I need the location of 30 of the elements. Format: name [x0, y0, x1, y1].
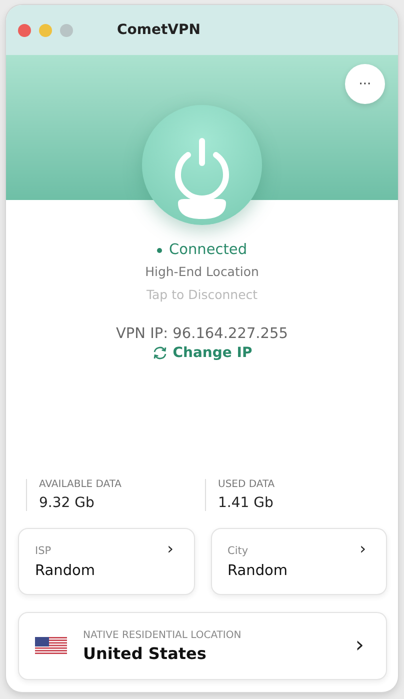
chevron-icon: › [360, 541, 366, 557]
button-highlight [178, 199, 226, 219]
window-title: CometVPN [117, 22, 200, 38]
close-icon[interactable] [18, 24, 31, 36]
card-label: City [228, 544, 250, 556]
option-card[interactable]: ISP Random › [18, 528, 194, 595]
location-card[interactable]: NATIVE RESIDENTIAL LOCATION United States › [18, 612, 387, 680]
disconnect-hint: Tap to Disconnect [146, 287, 258, 302]
flag-icon [35, 637, 67, 655]
refresh-icon [152, 346, 168, 360]
card-value: United States [83, 644, 208, 662]
vpn-ip: VPN IP: 96.164.227.255 [116, 326, 288, 342]
change-ip-link[interactable]: Change IP [152, 345, 252, 361]
location-tier-label: High-End Location [145, 264, 259, 279]
more-button[interactable]: ··· [345, 64, 385, 104]
minimize-icon[interactable] [39, 24, 52, 36]
chevron-icon: › [167, 541, 174, 557]
zoom-icon[interactable] [60, 24, 73, 36]
card-label: ISP [35, 544, 52, 556]
stat-value: 1.41 Gb [218, 495, 274, 511]
card-label: NATIVE RESIDENTIAL LOCATION [83, 630, 242, 640]
status-label: Connected [168, 242, 248, 258]
card-value: Random [35, 562, 96, 578]
stat-label: USED DATA [218, 479, 276, 490]
stat-label: AVAILABLE DATA [39, 479, 123, 490]
stat-value: 9.32 Gb [39, 495, 96, 511]
chevron-icon: › [355, 635, 364, 657]
option-card[interactable]: City Random › [210, 528, 387, 595]
power-icon [175, 138, 229, 202]
card-value: Random [228, 562, 289, 578]
